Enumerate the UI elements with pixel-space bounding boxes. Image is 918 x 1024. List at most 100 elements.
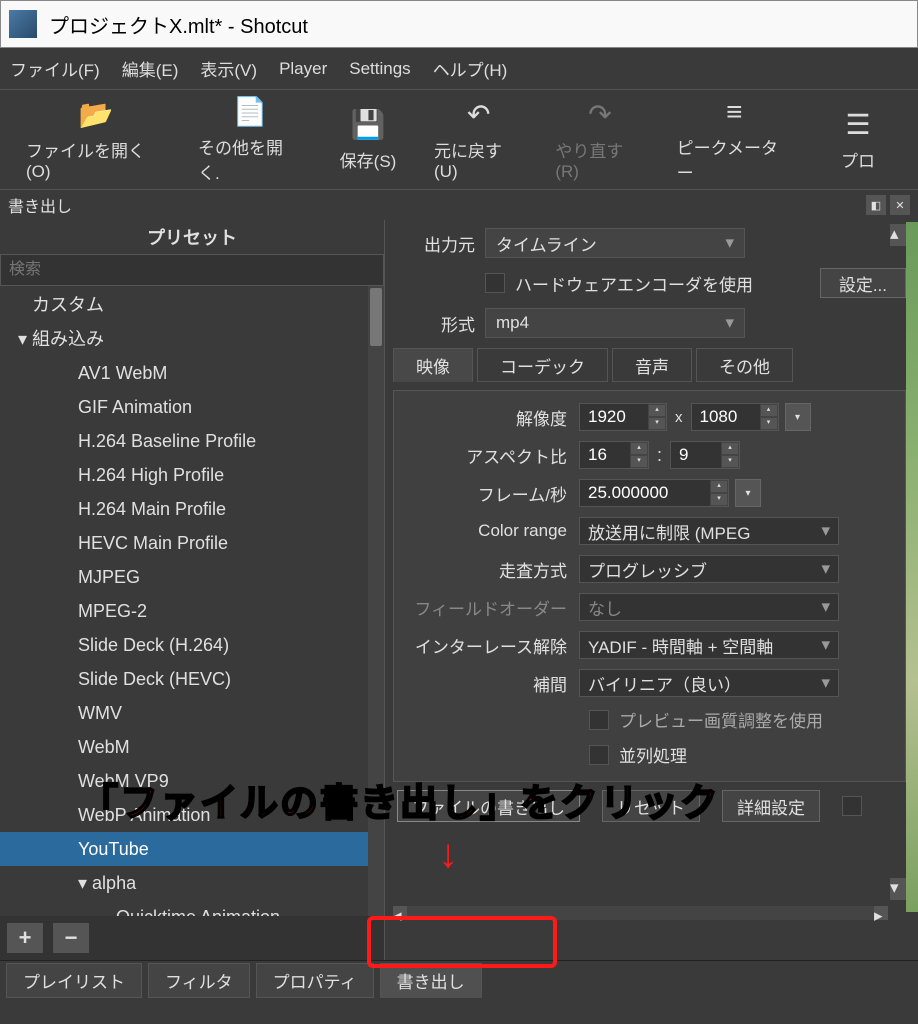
- fps-input[interactable]: 25.000000▴▾: [579, 479, 729, 507]
- scan-label: 走査方式: [404, 557, 579, 582]
- menu-player[interactable]: Player: [279, 59, 327, 79]
- hw-encoder-checkbox[interactable]: [485, 273, 505, 293]
- menu-settings[interactable]: Settings: [349, 59, 410, 79]
- redo-button-icon: ↷: [588, 98, 611, 131]
- tree-item[interactable]: Quicktime Animation: [0, 900, 384, 916]
- menu-edit[interactable]: 編集(E): [122, 56, 179, 81]
- open-other-button[interactable]: 📄その他を開く.: [182, 89, 318, 190]
- save-button-icon: 💾: [351, 108, 386, 141]
- tree-item[interactable]: HEVC Main Profile: [0, 526, 384, 560]
- undo-button-icon: ↶: [467, 98, 490, 131]
- remove-preset-button[interactable]: −: [52, 922, 90, 954]
- tab-video[interactable]: 映像: [393, 348, 473, 382]
- aspect-num-input[interactable]: 16▴▾: [579, 441, 649, 469]
- tree-scrollbar[interactable]: [368, 286, 384, 916]
- preset-tree[interactable]: カスタム組み込みAV1 WebMGIF AnimationH.264 Basel…: [0, 286, 384, 916]
- tree-item[interactable]: WebM VP9: [0, 764, 384, 798]
- video-settings-form: 解像度 1920▴▾ x 1080▴▾ ▾ アスペクト比 16▴▾ : 9▴▾ …: [393, 390, 906, 782]
- project-button[interactable]: ☰プロ: [808, 102, 908, 178]
- hw-settings-button[interactable]: 設定...: [820, 268, 906, 298]
- reset-button[interactable]: リセット: [602, 790, 700, 822]
- interp-dropdown[interactable]: バイリニア（良い）: [579, 669, 839, 697]
- fieldorder-label: フィールドオーダー: [404, 595, 579, 620]
- output-from-label: 出力元: [393, 231, 475, 256]
- title-bar: プロジェクトX.mlt* - Shotcut: [0, 0, 918, 48]
- undo-button[interactable]: ↶元に戻す(U): [418, 92, 539, 188]
- tree-item[interactable]: H.264 High Profile: [0, 458, 384, 492]
- open-other-button-icon: 📄: [233, 95, 268, 128]
- tree-item[interactable]: alpha: [0, 866, 384, 900]
- tree-item[interactable]: WebM: [0, 730, 384, 764]
- preset-panel: プリセット カスタム組み込みAV1 WebMGIF AnimationH.264…: [0, 220, 385, 960]
- format-label: 形式: [393, 311, 475, 336]
- tab-playlist[interactable]: プレイリスト: [6, 963, 142, 998]
- open-file-button-icon: 📂: [79, 98, 114, 131]
- tab-filters[interactable]: フィルタ: [148, 963, 250, 998]
- add-preset-button[interactable]: +: [6, 922, 44, 954]
- horizontal-scrollbar[interactable]: ◂▸: [393, 906, 888, 920]
- advanced-checkbox[interactable]: [842, 796, 862, 816]
- tree-item[interactable]: AV1 WebM: [0, 356, 384, 390]
- parallel-checkbox[interactable]: [589, 745, 609, 765]
- tab-export[interactable]: 書き出し: [380, 963, 482, 998]
- width-input[interactable]: 1920▴▾: [579, 403, 667, 431]
- tree-item[interactable]: Slide Deck (HEVC): [0, 662, 384, 696]
- tree-item[interactable]: WMV: [0, 696, 384, 730]
- fieldorder-dropdown: なし: [579, 593, 839, 621]
- tree-item[interactable]: MJPEG: [0, 560, 384, 594]
- open-file-button[interactable]: 📂ファイルを開く(O): [10, 92, 182, 188]
- interp-label: 補間: [404, 671, 579, 696]
- fps-menu-button[interactable]: ▾: [735, 479, 761, 507]
- panel-detach-icon[interactable]: ◧: [866, 195, 886, 215]
- tree-item[interactable]: YouTube: [0, 832, 384, 866]
- menu-view[interactable]: 表示(V): [200, 56, 257, 81]
- tree-item[interactable]: Slide Deck (H.264): [0, 628, 384, 662]
- tab-properties[interactable]: プロパティ: [256, 963, 374, 998]
- tree-item[interactable]: MPEG-2: [0, 594, 384, 628]
- preset-search-input[interactable]: [0, 254, 384, 286]
- app-icon: [9, 10, 37, 38]
- tree-item[interactable]: H.264 Main Profile: [0, 492, 384, 526]
- main-toolbar: 📂ファイルを開く(O)📄その他を開く.💾保存(S)↶元に戻す(U)↷やり直す(R…: [0, 90, 918, 190]
- redo-button[interactable]: ↷やり直す(R): [539, 92, 660, 188]
- export-panel-header: 書き出し ◧ ✕: [0, 190, 918, 220]
- deinterlace-dropdown[interactable]: YADIF - 時間軸 + 空間軸: [579, 631, 839, 659]
- tree-item[interactable]: WebP Animation: [0, 798, 384, 832]
- deinterlace-label: インターレース解除: [404, 633, 579, 658]
- tab-other[interactable]: その他: [696, 348, 793, 382]
- tree-item[interactable]: カスタム: [0, 288, 384, 322]
- menu-help[interactable]: ヘルプ(H): [433, 56, 508, 81]
- fps-label: フレーム/秒: [404, 481, 579, 506]
- output-from-dropdown[interactable]: タイムライン: [485, 228, 745, 258]
- menu-file[interactable]: ファイル(F): [10, 56, 100, 81]
- resolution-menu-button[interactable]: ▾: [785, 403, 811, 431]
- hw-encoder-label: ハードウェアエンコーダを使用: [515, 271, 753, 296]
- preview-area: [906, 222, 918, 912]
- format-dropdown[interactable]: mp4: [485, 308, 745, 338]
- height-input[interactable]: 1080▴▾: [691, 403, 779, 431]
- tree-item[interactable]: H.264 Baseline Profile: [0, 424, 384, 458]
- save-button[interactable]: 💾保存(S): [318, 102, 418, 178]
- panel-close-icon[interactable]: ✕: [890, 195, 910, 215]
- menu-bar: ファイル(F) 編集(E) 表示(V) Player Settings ヘルプ(…: [0, 48, 918, 90]
- tree-item[interactable]: GIF Animation: [0, 390, 384, 424]
- preset-heading: プリセット: [0, 220, 384, 254]
- export-settings-panel: ▴ 出力元 タイムライン ハードウェアエンコーダを使用 設定... 形式 mp4…: [385, 220, 918, 960]
- colorrange-dropdown[interactable]: 放送用に制限 (MPEG: [579, 517, 839, 545]
- export-tabs: 映像 コーデック 音声 その他: [393, 348, 906, 382]
- tab-audio[interactable]: 音声: [612, 348, 692, 382]
- tree-item[interactable]: 組み込み: [0, 322, 384, 356]
- bottom-dock-tabs: プレイリスト フィルタ プロパティ 書き出し: [0, 960, 918, 1000]
- export-file-button[interactable]: ファイルの書き出し: [397, 790, 580, 822]
- advanced-button[interactable]: 詳細設定: [722, 790, 820, 822]
- aspect-den-input[interactable]: 9▴▾: [670, 441, 740, 469]
- peak-meter-button[interactable]: ≡ピークメーター: [661, 90, 808, 190]
- window-title: プロジェクトX.mlt* - Shotcut: [49, 10, 308, 39]
- tab-codec[interactable]: コーデック: [477, 348, 608, 382]
- preview-scale-label: プレビュー画質調整を使用: [619, 707, 823, 732]
- aspect-label: アスペクト比: [404, 443, 579, 468]
- project-button-icon: ☰: [845, 108, 870, 141]
- scan-dropdown[interactable]: プログレッシブ: [579, 555, 839, 583]
- preview-scale-checkbox[interactable]: [589, 710, 609, 730]
- peak-meter-button-icon: ≡: [726, 96, 742, 128]
